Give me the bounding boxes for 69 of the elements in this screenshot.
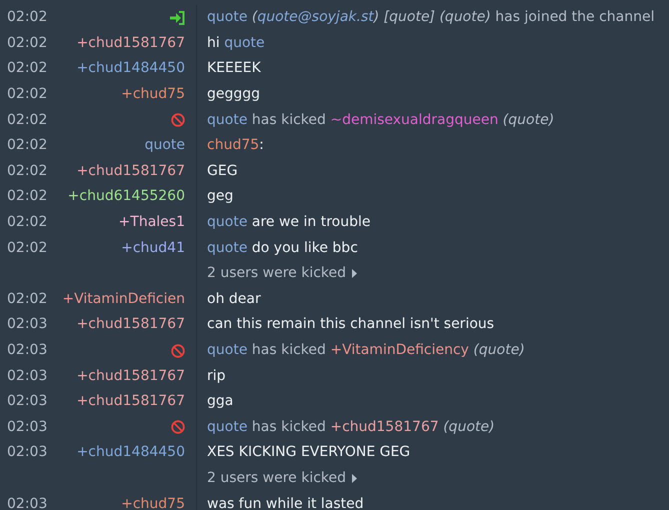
nick-link[interactable]: quote (207, 342, 248, 358)
message-text: chud75: (207, 136, 264, 156)
nick-link[interactable]: quote (207, 9, 248, 26)
nick-link[interactable]: +Thales1 (118, 212, 193, 234)
nick-link[interactable]: +chud1581767 (76, 32, 193, 54)
message-text: geg (207, 187, 234, 206)
nick-link[interactable]: +chud1581767 (76, 366, 193, 387)
message-time: 02:02 (7, 9, 48, 26)
nick-link[interactable]: +chud1484450 (76, 442, 193, 464)
message-time: 02:03 (7, 393, 48, 410)
nick-link[interactable]: quote (144, 135, 193, 156)
nick-link[interactable]: quote (224, 34, 265, 51)
message-text: quote has kicked ~demisexualdragqueen (quote) (207, 110, 554, 130)
message-text: oh dear (207, 290, 261, 309)
message-text: quote has kicked +chud1581767 (quote) (207, 418, 495, 437)
join-icon (170, 10, 185, 25)
message-text: XES KICKING EVERYONE GEG (207, 443, 410, 462)
message-text: quote are we in trouble (207, 213, 370, 232)
message-time: 02:02 (7, 34, 48, 51)
message-time: 02:02 (7, 240, 48, 256)
message-time: 02:03 (7, 418, 48, 435)
message-time: 02:02 (7, 188, 48, 204)
message-text: quote (quote@soyjak.st) [quote] (quote) has joined the channel (207, 8, 654, 28)
nick-link[interactable]: +chud1581767 (76, 314, 193, 336)
message-time: 02:03 (7, 444, 48, 460)
nick-link[interactable]: +chud1581767 (330, 418, 439, 435)
message-time: 02:02 (7, 214, 48, 230)
message-text: GEG (207, 162, 238, 181)
nick-link[interactable]: chud75 (207, 137, 260, 154)
nick-link[interactable]: +chud41 (121, 238, 193, 259)
nick-link[interactable]: ~demisexualdragqueen (330, 112, 498, 128)
nick-link[interactable]: +chud1484450 (76, 58, 193, 80)
message-time: 02:02 (7, 290, 48, 307)
nick-link[interactable]: quote (207, 418, 248, 435)
ban-icon (171, 344, 185, 358)
nick-link[interactable]: +VitaminDeficien (62, 288, 193, 310)
message-time: 02:02 (7, 86, 48, 102)
nick-link[interactable]: +chud1581767 (76, 391, 193, 412)
nick-link[interactable]: +VitaminDeficiency (330, 342, 469, 358)
message-time: 02:03 (7, 316, 48, 332)
condensed-toggle[interactable]: 2 users were kicked (207, 468, 358, 489)
nick-link[interactable]: +chud1581767 (76, 160, 193, 182)
message-text: gegggg (207, 85, 260, 104)
nick-link[interactable]: quote (207, 214, 248, 230)
message-text: quote has kicked +VitaminDeficiency (quote) (207, 341, 525, 360)
message-time: 02:03 (7, 342, 48, 358)
message-time: 02:03 (7, 368, 48, 384)
message-text: rip (207, 366, 226, 386)
ban-icon (171, 113, 185, 128)
message-text: quote do you like bbc (207, 238, 358, 258)
condensed-toggle[interactable]: 2 users were kicked (207, 263, 358, 284)
message-text: hi quote (207, 34, 265, 53)
nick-link[interactable]: quote (207, 240, 248, 256)
nick-link[interactable]: quote (207, 112, 248, 128)
nick-link[interactable]: +chud75 (121, 494, 193, 510)
ban-icon (171, 420, 185, 434)
message-time: 02:02 (7, 162, 48, 179)
message-text: can this remain this channel isn't serious (207, 315, 494, 334)
nick-link[interactable]: +chud75 (121, 84, 193, 106)
message-time: 02:02 (7, 60, 48, 76)
caret-icon (352, 269, 358, 278)
message-time: 02:02 (7, 137, 48, 154)
message-text: KEEEEK (207, 59, 261, 78)
caret-icon (352, 474, 358, 483)
nick-link[interactable]: +chud61455260 (68, 186, 193, 208)
message-text: was fun while it lasted (207, 494, 364, 510)
message-text: gga (207, 392, 234, 412)
message-time: 02:02 (7, 112, 48, 128)
message-time: 02:03 (7, 496, 48, 510)
